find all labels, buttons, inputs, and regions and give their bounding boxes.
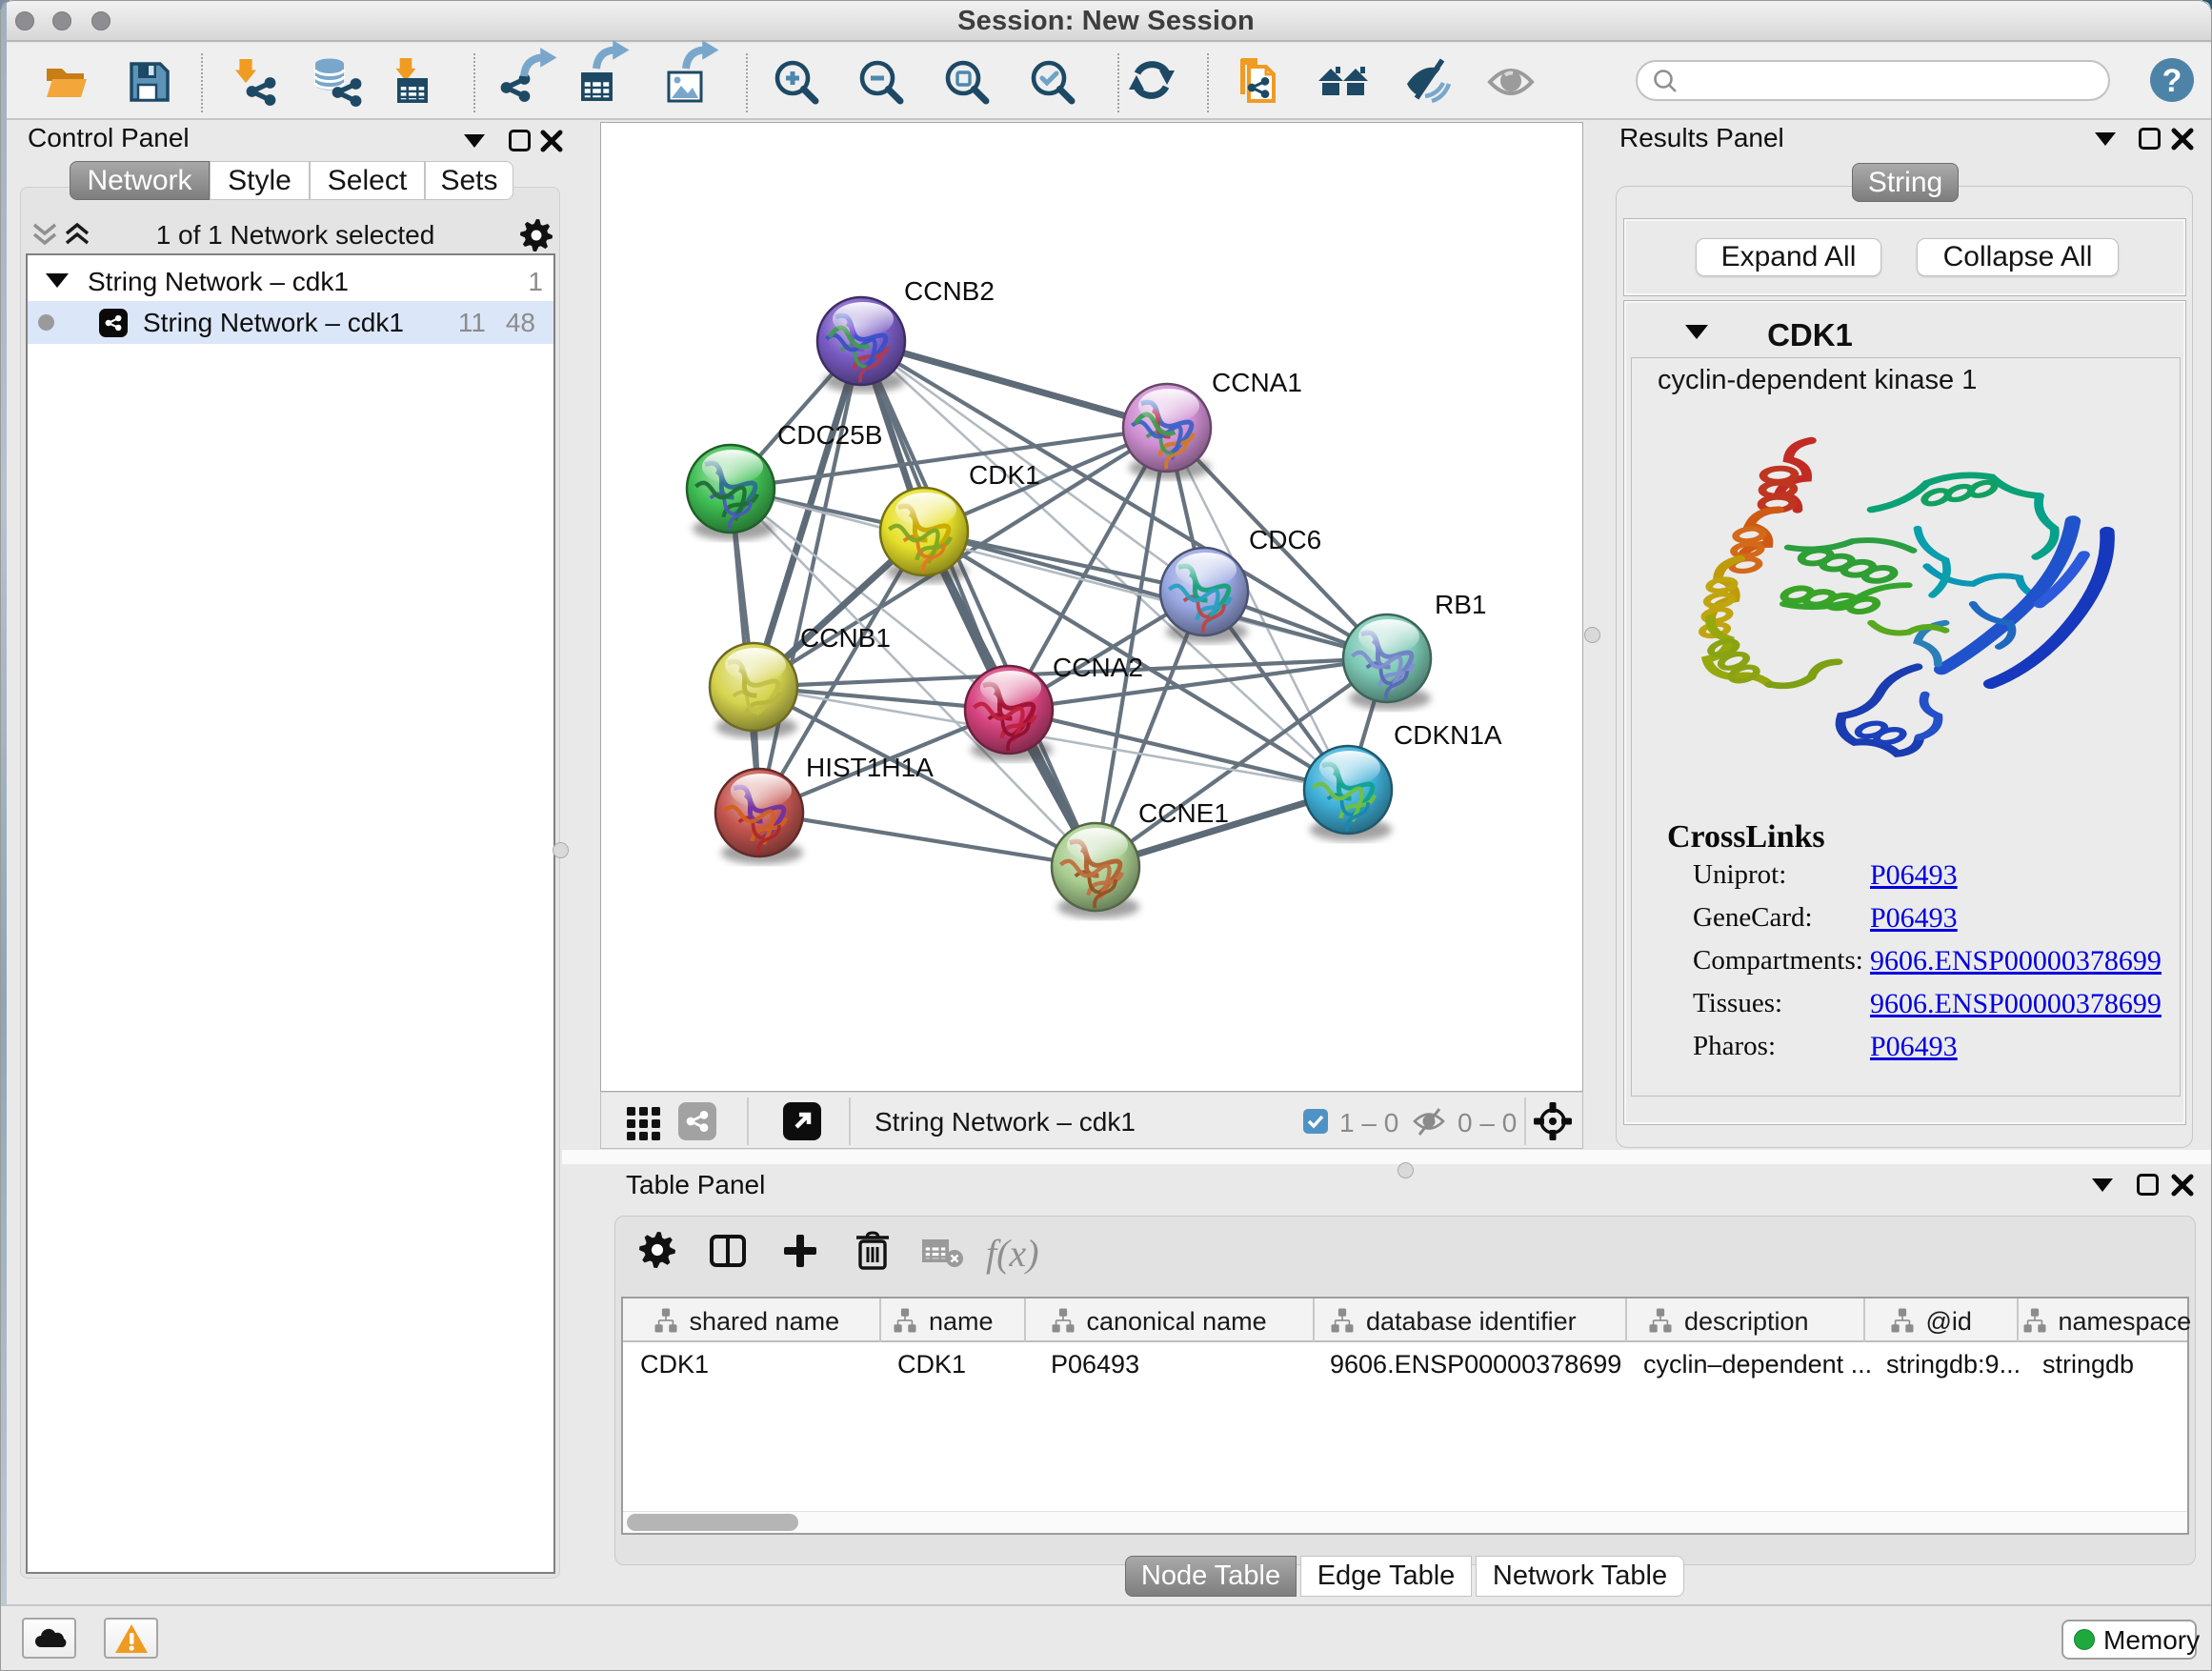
- svg-text:CCNB2: CCNB2: [904, 276, 995, 306]
- svg-text:CCNA2: CCNA2: [1053, 653, 1143, 682]
- svg-text:HIST1H1A: HIST1H1A: [806, 753, 934, 782]
- svg-text:CDC25B: CDC25B: [777, 420, 882, 450]
- svg-text:CCNE1: CCNE1: [1138, 798, 1229, 828]
- svg-text:CDKN1A: CDKN1A: [1394, 720, 1502, 750]
- svg-text:CCNA1: CCNA1: [1212, 368, 1302, 397]
- svg-text:CDK1: CDK1: [969, 460, 1040, 490]
- svg-text:RB1: RB1: [1435, 590, 1486, 619]
- svg-text:CDC6: CDC6: [1249, 525, 1321, 554]
- svg-text:CCNB1: CCNB1: [800, 623, 891, 653]
